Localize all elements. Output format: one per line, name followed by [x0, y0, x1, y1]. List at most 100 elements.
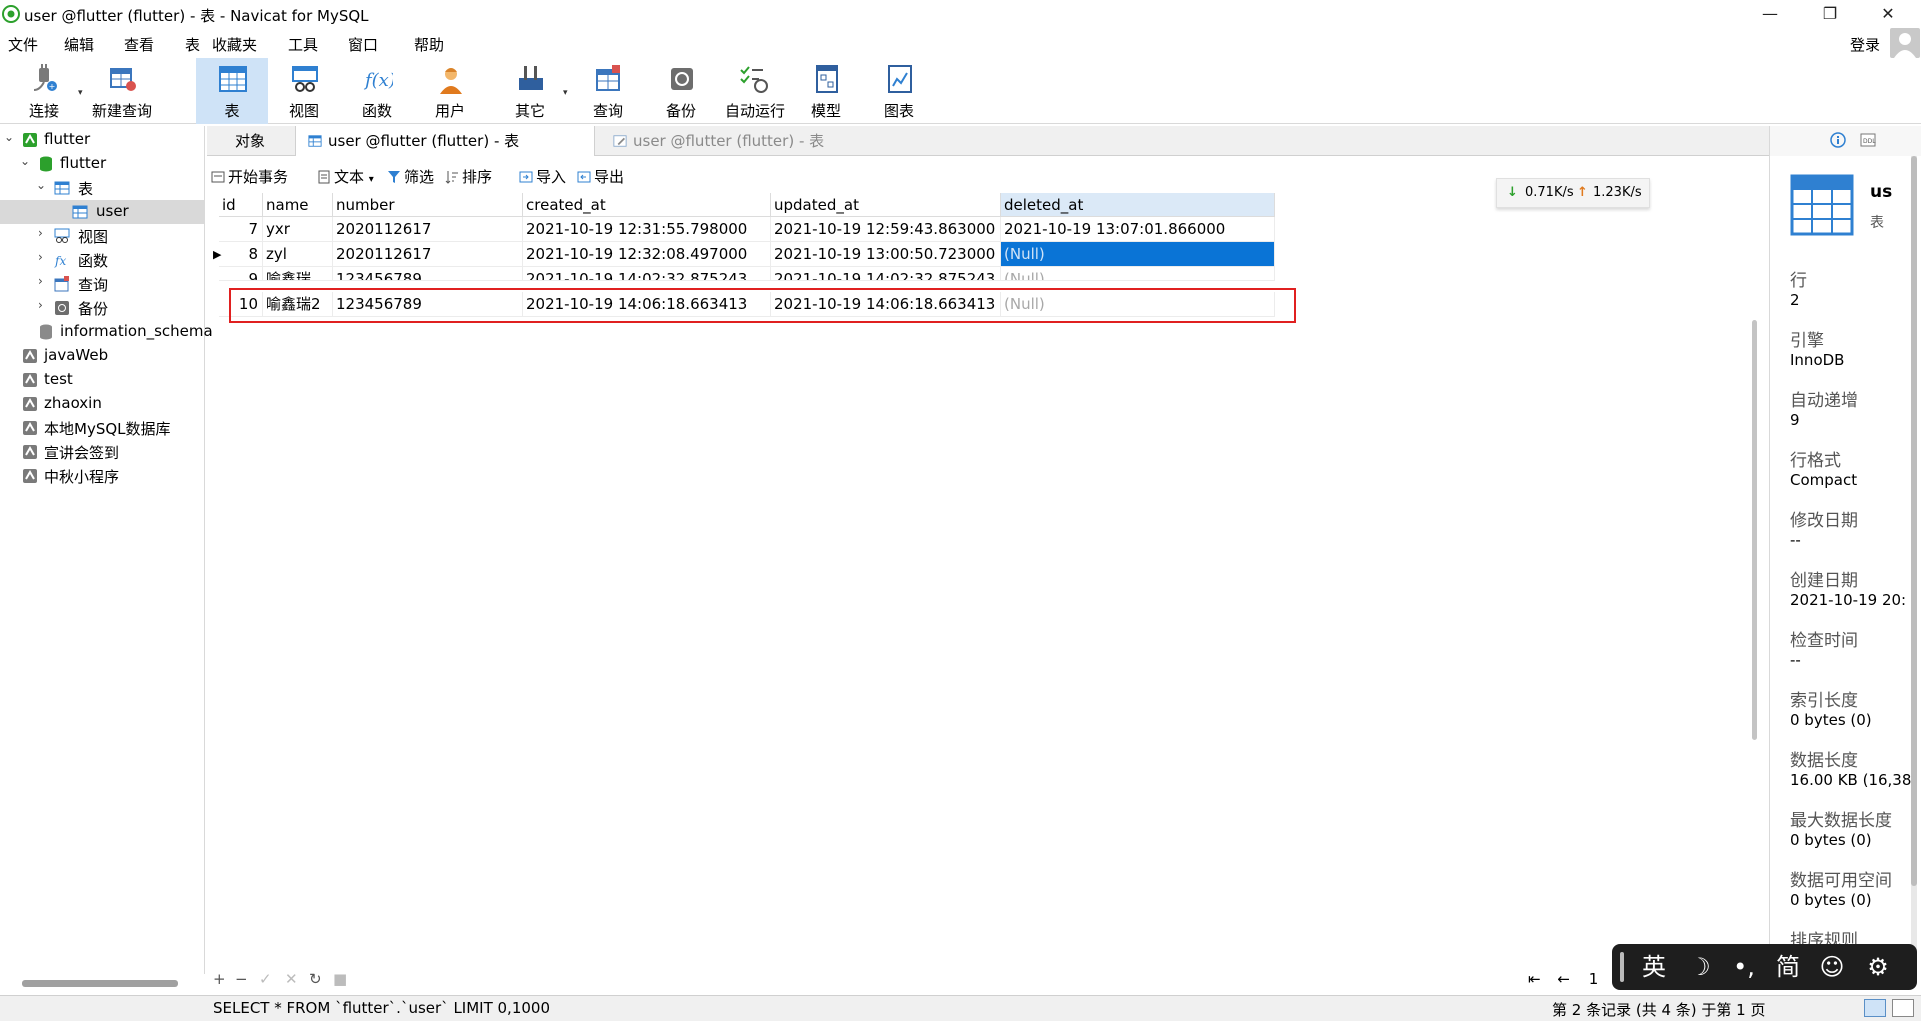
refresh-button[interactable]: ↻ — [309, 970, 322, 988]
tool-backup[interactable]: 备份 — [645, 58, 717, 124]
collapse-chevron-icon[interactable]: ⌄ — [20, 154, 32, 168]
ime-moon-icon[interactable]: ☽ — [1680, 952, 1720, 982]
delete-record-button[interactable]: − — [235, 970, 248, 988]
tool-chart[interactable]: 图表 — [863, 58, 935, 124]
table-cell[interactable]: 2021-10-19 14:02:32.875243 — [523, 267, 771, 281]
column-header-number[interactable]: number — [333, 193, 523, 217]
ime-settings-icon[interactable]: ⚙ — [1858, 952, 1898, 982]
text-dropdown-icon[interactable]: ▾ — [369, 174, 374, 185]
tool-table[interactable]: 表 — [196, 58, 268, 124]
menu-table[interactable]: 表 — [185, 34, 200, 55]
table-cell[interactable]: 2021-10-19 14:02:32.875243 — [771, 267, 1001, 281]
tab-user-table-active[interactable]: user @flutter (flutter) - 表 — [295, 126, 595, 156]
sort-button[interactable]: 排序 — [445, 164, 492, 190]
minimize-button[interactable]: — — [1742, 0, 1798, 28]
prev-page-button[interactable]: ← — [1557, 970, 1570, 988]
tool-model[interactable]: 模型 — [790, 58, 862, 124]
info-icon[interactable] — [1830, 132, 1846, 148]
expand-chevron-icon[interactable]: › — [38, 298, 50, 312]
tree-node-views-folder[interactable]: › 视图 — [0, 224, 205, 248]
export-button[interactable]: 导出 — [577, 164, 624, 190]
table-cell-selected[interactable]: (Null) — [1001, 242, 1275, 267]
page-number[interactable]: 1 — [1589, 970, 1599, 988]
table-cell[interactable]: 2021-10-19 13:07:01.866000 — [1001, 217, 1275, 242]
expand-chevron-icon[interactable]: › — [38, 226, 50, 240]
discard-changes-button[interactable]: ✕ — [285, 970, 298, 988]
tool-new-query[interactable]: 新建查询 — [86, 58, 158, 124]
table-cell[interactable]: 喻鑫瑞 — [263, 267, 333, 281]
text-view-button[interactable]: 文本 ▾ — [317, 164, 374, 190]
ime-drag-handle[interactable] — [1620, 952, 1624, 982]
ime-punctuation-icon[interactable]: •, — [1724, 952, 1764, 982]
table-cell[interactable]: 8 — [219, 242, 263, 267]
ime-english-toggle[interactable]: 英 — [1634, 952, 1674, 982]
tool-schedule[interactable]: 自动运行 — [717, 58, 793, 124]
login-link[interactable]: 登录 — [1850, 34, 1880, 55]
expand-chevron-icon[interactable]: › — [38, 274, 50, 288]
collapse-chevron-icon[interactable]: ⌄ — [4, 130, 16, 144]
info-scrollbar-thumb[interactable] — [1911, 156, 1917, 886]
table-cell[interactable]: 2021-10-19 13:00:50.723000 — [771, 242, 1001, 267]
table-cell[interactable]: zyl — [263, 242, 333, 267]
table-cell[interactable]: 2021-10-19 12:32:08.497000 — [523, 242, 771, 267]
table-cell[interactable]: 9 — [219, 267, 263, 281]
menu-window[interactable]: 窗口 — [348, 34, 378, 55]
begin-transaction-button[interactable]: 开始事务 — [211, 164, 288, 190]
column-header-created-at[interactable]: created_at — [523, 193, 771, 217]
tool-connect[interactable]: + 连接 — [8, 58, 80, 124]
other-dropdown-icon[interactable]: ▾ — [563, 88, 568, 98]
grid-view-toggle-icon[interactable] — [1864, 999, 1886, 1017]
close-button[interactable]: ✕ — [1860, 0, 1916, 28]
menu-edit[interactable]: 编辑 — [64, 34, 94, 55]
tree-node-flutter-connection[interactable]: ⌄ flutter — [0, 128, 205, 152]
tree-node-user-table[interactable]: user — [0, 200, 205, 224]
tree-node-backups-folder[interactable]: › 备份 — [0, 296, 205, 320]
ime-emoji-icon[interactable]: ☺ — [1812, 952, 1852, 982]
tool-function[interactable]: f(x) 函数 — [341, 58, 413, 124]
tree-horizontal-scrollbar[interactable] — [22, 980, 178, 987]
table-cell[interactable]: 2020112617 — [333, 242, 523, 267]
ime-simplified-toggle[interactable]: 简 — [1768, 952, 1808, 982]
table-cell[interactable]: 123456789 — [333, 267, 523, 281]
table-cell[interactable]: (Null) — [1001, 267, 1275, 281]
tab-objects[interactable]: 对象 — [235, 126, 285, 156]
table-cell[interactable]: 2020112617 — [333, 217, 523, 242]
tree-node-javaweb[interactable]: javaWeb — [0, 344, 205, 368]
table-cell[interactable]: 2021-10-19 12:31:55.798000 — [523, 217, 771, 242]
table-cell[interactable]: yxr — [263, 217, 333, 242]
menu-file[interactable]: 文件 — [8, 34, 38, 55]
column-header-updated-at[interactable]: updated_at — [771, 193, 1001, 217]
restore-button[interactable]: ❐ — [1802, 0, 1858, 28]
tree-node-local-mysql[interactable]: 本地MySQL数据库 — [0, 416, 205, 440]
tree-node-mid-autumn-app[interactable]: 中秋小程序 — [0, 464, 205, 488]
tree-node-information-schema[interactable]: information_schema — [0, 320, 213, 344]
column-header-deleted-at[interactable]: deleted_at — [1001, 193, 1275, 217]
add-record-button[interactable]: + — [213, 970, 226, 988]
tree-node-flutter-database[interactable]: ⌄ flutter — [0, 152, 205, 176]
tree-node-presentation-signin[interactable]: 宣讲会签到 — [0, 440, 205, 464]
tree-node-test[interactable]: test — [0, 368, 205, 392]
tree-node-zhaoxin[interactable]: zhaoxin — [0, 392, 205, 416]
tool-view[interactable]: 视图 — [268, 58, 340, 124]
ddl-icon[interactable]: DDL — [1860, 132, 1876, 148]
form-view-toggle-icon[interactable] — [1892, 999, 1914, 1017]
collapse-chevron-icon[interactable]: ⌄ — [36, 178, 48, 192]
menu-view[interactable]: 查看 — [124, 34, 154, 55]
table-cell[interactable]: 2021-10-19 12:59:43.863000 — [771, 217, 1001, 242]
menu-favorites[interactable]: 收藏夹 — [212, 34, 257, 55]
avatar[interactable] — [1890, 28, 1920, 58]
tool-other[interactable]: 其它 — [494, 58, 566, 124]
tree-node-tables-folder[interactable]: ⌄ 表 — [0, 176, 205, 200]
grid-vertical-scrollbar[interactable] — [1752, 320, 1757, 740]
apply-changes-button[interactable]: ✓ — [259, 970, 272, 988]
first-page-button[interactable]: ⇤ — [1528, 970, 1541, 988]
tab-user-table-inactive[interactable]: user @flutter (flutter) - 表 — [601, 126, 901, 156]
expand-chevron-icon[interactable]: › — [38, 250, 50, 264]
import-button[interactable]: 导入 — [519, 164, 566, 190]
tree-node-functions-folder[interactable]: › fx 函数 — [0, 248, 205, 272]
stop-button[interactable]: ■ — [333, 970, 347, 988]
tree-node-queries-folder[interactable]: › 查询 — [0, 272, 205, 296]
connect-dropdown-icon[interactable]: ▾ — [78, 88, 83, 98]
menu-tools[interactable]: 工具 — [288, 34, 318, 55]
tool-user[interactable]: 用户 — [414, 58, 486, 124]
